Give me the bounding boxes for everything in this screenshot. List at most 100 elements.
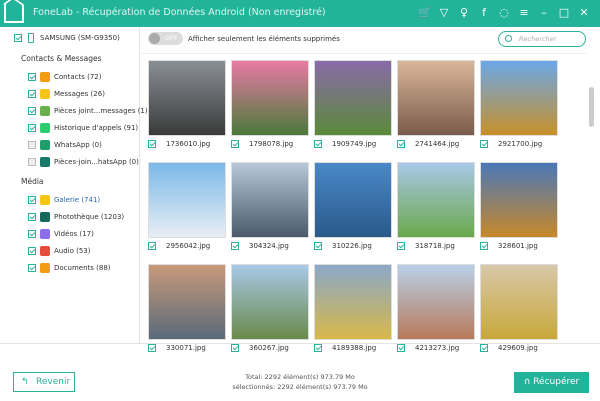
category-icon (40, 212, 50, 222)
photo-checkbox[interactable] (148, 140, 156, 148)
facebook-icon[interactable]: f (478, 6, 490, 19)
photo-checkbox[interactable] (480, 242, 488, 250)
photo-item[interactable]: 304324.jpg (231, 162, 309, 250)
minimize-icon[interactable]: – (538, 6, 550, 19)
photo-checkbox[interactable] (148, 242, 156, 250)
photo-thumbnail[interactable] (148, 162, 226, 238)
photo-item[interactable]: 4189388.jpg (314, 264, 392, 352)
item-checkbox[interactable] (28, 264, 36, 272)
photo-thumbnail[interactable] (148, 264, 226, 340)
photo-item[interactable]: 318718.jpg (397, 162, 475, 250)
item-label: Galerie (741) (54, 196, 101, 204)
photo-thumbnail[interactable] (480, 162, 558, 238)
photo-thumbnail[interactable] (231, 60, 309, 136)
photo-filename: 304324.jpg (249, 242, 289, 250)
photo-item[interactable]: 1736010.jpg (148, 60, 226, 148)
category-icon (40, 106, 50, 116)
photo-thumbnail[interactable] (231, 264, 309, 340)
photo-checkbox[interactable] (397, 242, 405, 250)
photo-item[interactable]: 1909749.jpg (314, 60, 392, 148)
search-input[interactable]: Rechercher (498, 31, 586, 47)
chat-icon[interactable]: ◌ (498, 6, 510, 19)
photo-checkbox[interactable] (314, 140, 322, 148)
device-row[interactable]: SAMSUNG (SM-G9350) (14, 33, 120, 43)
item-label: Vidéos (17) (54, 230, 94, 238)
item-label: Pièces joint...messages (1) (54, 107, 148, 115)
photo-filename: 328601.jpg (498, 242, 538, 250)
item-checkbox[interactable] (28, 90, 36, 98)
recover-label: Récupérer (533, 377, 580, 387)
photo-item[interactable]: 2956042.jpg (148, 162, 226, 250)
photo-thumbnail[interactable] (397, 264, 475, 340)
photo-item[interactable]: 1798078.jpg (231, 60, 309, 148)
sidebar-item[interactable]: Audio (53) (28, 246, 91, 256)
category-icon (40, 195, 50, 205)
sidebar-item[interactable]: Vidéos (17) (28, 229, 94, 239)
photo-thumbnail[interactable] (480, 60, 558, 136)
photo-filename: 310226.jpg (332, 242, 372, 250)
deleted-only-label: Afficher seulement les éléments supprimé… (188, 35, 340, 43)
title-bar: FoneLab - Récupération de Données Androi… (0, 0, 600, 27)
photo-thumbnail[interactable] (231, 162, 309, 238)
item-checkbox[interactable] (28, 107, 36, 115)
photo-item[interactable]: 429609.jpg (480, 264, 558, 352)
photo-checkbox[interactable] (231, 140, 239, 148)
maximize-icon[interactable]: □ (558, 6, 570, 19)
photo-filename: 2921700.jpg (498, 140, 543, 148)
photo-item[interactable]: 2921700.jpg (480, 60, 558, 148)
category-icon (40, 123, 50, 133)
photo-checkbox[interactable] (231, 242, 239, 250)
sidebar-item[interactable]: Photothèque (1203) (28, 212, 124, 222)
sidebar-item[interactable]: Historique d'appels (91) (28, 123, 138, 133)
photo-item[interactable]: 328601.jpg (480, 162, 558, 250)
item-checkbox[interactable] (28, 73, 36, 81)
photo-item[interactable]: 310226.jpg (314, 162, 392, 250)
item-checkbox[interactable] (28, 141, 36, 149)
sidebar-item[interactable]: Pièces-join...hatsApp (0) (28, 157, 139, 167)
sidebar-item[interactable]: Contacts (72) (28, 72, 101, 82)
sidebar-item[interactable]: Galerie (741) (28, 195, 100, 205)
sidebar-item[interactable]: Documents (88) (28, 263, 111, 273)
item-label: Documents (88) (54, 264, 111, 272)
item-checkbox[interactable] (28, 124, 36, 132)
photo-thumbnail[interactable] (480, 264, 558, 340)
scrollbar[interactable] (589, 87, 594, 127)
photo-thumbnail[interactable] (314, 60, 392, 136)
deleted-only-toggle[interactable]: OFF (148, 32, 183, 45)
photo-checkbox[interactable] (314, 242, 322, 250)
item-checkbox[interactable] (28, 213, 36, 221)
cart-icon[interactable]: 🛒 (418, 6, 432, 19)
sidebar-item[interactable]: WhatsApp (0) (28, 140, 102, 150)
photo-thumbnail[interactable] (314, 162, 392, 238)
item-checkbox[interactable] (28, 196, 36, 204)
wifi-icon[interactable]: ▽ (438, 6, 450, 19)
home-icon[interactable] (4, 3, 24, 23)
photo-item[interactable]: 4213273.jpg (397, 264, 475, 352)
item-checkbox[interactable] (28, 158, 36, 166)
photo-item[interactable]: 360267.jpg (231, 264, 309, 352)
item-checkbox[interactable] (28, 247, 36, 255)
sidebar-item[interactable]: Messages (26) (28, 89, 105, 99)
photo-checkbox[interactable] (480, 140, 488, 148)
photo-filename: 1798078.jpg (249, 140, 294, 148)
menu-icon[interactable]: ≡ (518, 6, 530, 19)
photo-thumbnail[interactable] (314, 264, 392, 340)
category-icon (40, 140, 50, 150)
photo-item[interactable]: 2741464.jpg (397, 60, 475, 148)
key-icon[interactable]: ♀ (458, 6, 470, 19)
photo-thumbnail[interactable] (397, 162, 475, 238)
recover-button[interactable]: ∩ Récupérer (514, 372, 589, 393)
phone-icon (28, 33, 34, 43)
category-icon (40, 246, 50, 256)
photo-item[interactable]: 330071.jpg (148, 264, 226, 352)
photo-thumbnail[interactable] (148, 60, 226, 136)
photo-grid: 1736010.jpg 1798078.jpg 1909749.jpg 2741464… (141, 53, 586, 352)
selected-stats: sélectionnés: 2292 élément(s) 973.79 Mo (232, 383, 368, 391)
device-checkbox[interactable] (14, 34, 22, 42)
device-name: SAMSUNG (SM-G9350) (40, 34, 120, 42)
photo-thumbnail[interactable] (397, 60, 475, 136)
close-icon[interactable]: ✕ (578, 6, 590, 19)
photo-checkbox[interactable] (397, 140, 405, 148)
item-checkbox[interactable] (28, 230, 36, 238)
sidebar-item[interactable]: Pièces joint...messages (1) (28, 106, 148, 116)
